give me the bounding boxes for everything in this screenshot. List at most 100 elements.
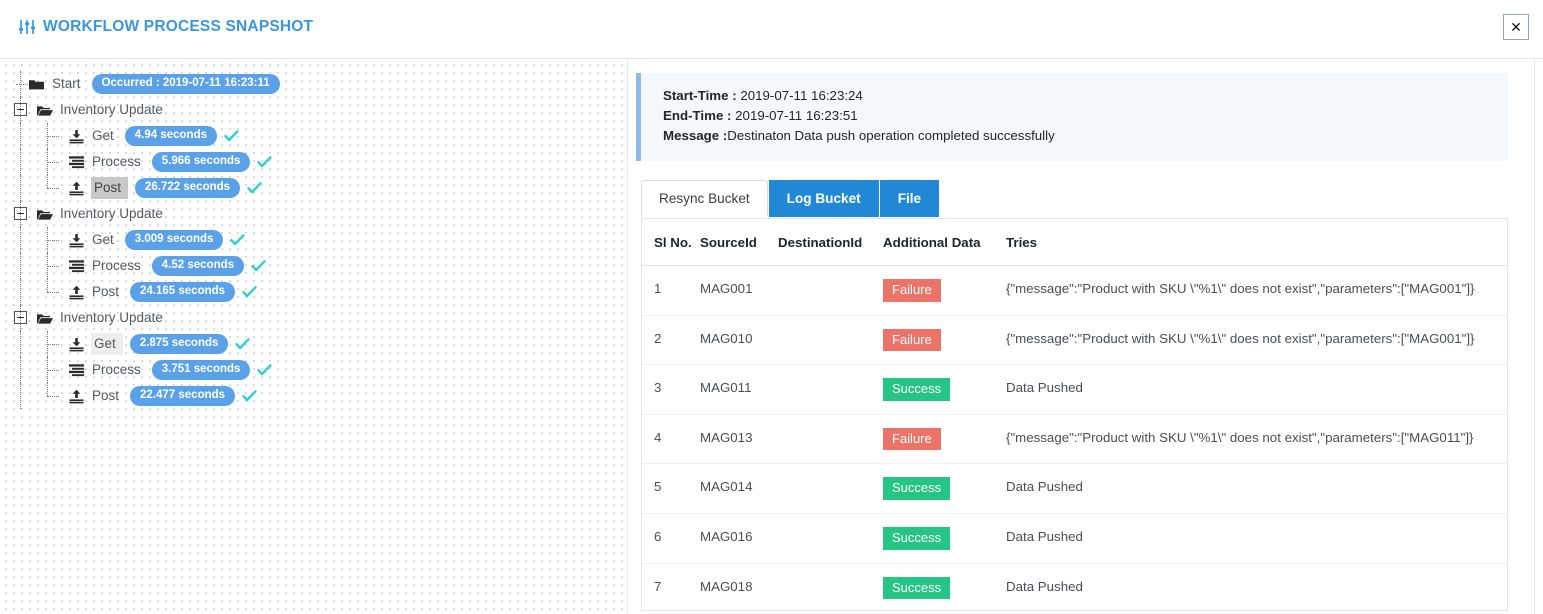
- tree-node-get[interactable]: Get4.94 seconds: [14, 123, 627, 149]
- folder-open-icon: [36, 103, 53, 118]
- tree-guide: [20, 123, 21, 149]
- tree-node-label: Process: [91, 153, 145, 171]
- duration-badge: 4.94 seconds: [125, 126, 217, 146]
- tree-node-get[interactable]: Get3.009 seconds: [14, 227, 627, 253]
- cell-additional-data: Success: [883, 464, 1006, 514]
- status-badge: Success: [883, 378, 950, 401]
- tree-guide: [20, 357, 21, 383]
- cell-serial-number: 6: [642, 513, 700, 563]
- column-header: Additional Data: [883, 219, 1006, 266]
- tree-node-label: Start: [51, 75, 85, 93]
- cell-tries: {"message":"Product with SKU \"%1\" does…: [1006, 266, 1507, 316]
- tree-node-process[interactable]: Process4.52 seconds: [14, 253, 627, 279]
- bucket-tabs: Resync BucketLog BucketFile: [636, 181, 1533, 218]
- duration-badge: 2.875 seconds: [130, 334, 229, 354]
- check-icon: [242, 389, 257, 403]
- cell-additional-data: Failure: [883, 414, 1006, 464]
- cell-destination-id: [778, 315, 883, 365]
- column-header: Sl No.: [642, 219, 700, 266]
- tab-log-bucket[interactable]: Log Bucket: [769, 180, 879, 217]
- table-row: 7MAG018 Success Data Pushed: [642, 563, 1507, 611]
- cell-additional-data: Failure: [883, 266, 1006, 316]
- check-icon: [242, 285, 257, 299]
- status-badge: Failure: [883, 428, 941, 451]
- tab-resync-bucket[interactable]: Resync Bucket: [641, 180, 768, 217]
- duration-badge: 4.52 seconds: [152, 256, 244, 276]
- duration-badge: 3.009 seconds: [125, 230, 224, 250]
- tree-group: Inventory UpdateGet4.94 secondsProcess5.…: [14, 97, 627, 201]
- cell-serial-number: 7: [642, 563, 700, 611]
- app-header: WORKFLOW PROCESS SNAPSHOT ✕: [0, 0, 1543, 59]
- tree-guide: [47, 240, 59, 241]
- check-icon: [224, 129, 239, 143]
- upload-icon: [68, 181, 85, 196]
- workflow-tree-panel: Start Occurred : 2019-07-11 16:23:11 Inven…: [0, 59, 628, 614]
- duration-badge: 24.165 seconds: [130, 282, 235, 302]
- process-icon: [68, 259, 85, 274]
- process-icon: [68, 155, 85, 170]
- tree-node-inventory-update[interactable]: Inventory Update: [14, 305, 627, 331]
- folder-closed-icon: [28, 77, 45, 92]
- tree-node-post[interactable]: Post24.165 seconds: [14, 279, 627, 305]
- column-header: DestinationId: [778, 219, 883, 266]
- tree-group: Inventory UpdateGet3.009 secondsProcess4…: [14, 201, 627, 305]
- table-row: 5MAG014SuccessData Pushed: [642, 464, 1507, 514]
- tree-node-inventory-update[interactable]: Inventory Update: [14, 201, 627, 227]
- cell-serial-number: 1: [642, 266, 700, 316]
- check-icon: [251, 259, 266, 273]
- check-icon: [247, 181, 262, 195]
- tree-node-post[interactable]: Post26.722 seconds: [14, 175, 627, 201]
- tree-guide: [47, 136, 59, 137]
- cell-serial-number: 5: [642, 464, 700, 514]
- tree-node-post[interactable]: Post22.477 seconds: [14, 383, 627, 409]
- workflow-tree: Start Occurred : 2019-07-11 16:23:11 Inven…: [0, 59, 627, 409]
- tree-node-process[interactable]: Process5.966 seconds: [14, 149, 627, 175]
- tree-node-label: Get: [91, 333, 123, 355]
- cell-serial-number: 4: [642, 414, 700, 464]
- tree-node-badge: Occurred : 2019-07-11 16:23:11: [92, 74, 280, 94]
- tab-file[interactable]: File: [880, 180, 939, 217]
- detail-panel: Start-Time : 2019-07-11 16:23:24 End-Tim…: [628, 59, 1543, 614]
- cell-source-id: MAG018: [700, 563, 778, 611]
- tree-node-process[interactable]: Process3.751 seconds: [14, 357, 627, 383]
- table-row: 2MAG010Failure{"message":"Product with S…: [642, 315, 1507, 365]
- cell-destination-id: [778, 464, 883, 514]
- cell-source-id: MAG016: [700, 513, 778, 563]
- download-icon: [68, 337, 85, 352]
- tree-node-get[interactable]: Get 2.875 seconds: [14, 331, 627, 357]
- tree-guide: [47, 279, 48, 292]
- tree-guide: [20, 253, 21, 279]
- tree-node-start[interactable]: Start Occurred : 2019-07-11 16:23:11: [14, 71, 627, 97]
- header-title-group: WORKFLOW PROCESS SNAPSHOT: [18, 18, 313, 36]
- end-time-row: End-Time : 2019-07-11 16:23:51: [663, 106, 1490, 126]
- cell-source-id: MAG013: [700, 414, 778, 464]
- table-header-row: Sl No.SourceIdDestinationIdAdditional Da…: [642, 219, 1507, 266]
- log-table-body: 1MAG001Failure{"message":"Product with S…: [642, 266, 1507, 612]
- duration-badge: 26.722 seconds: [135, 178, 240, 198]
- download-icon: [68, 129, 85, 144]
- check-icon: [235, 337, 250, 351]
- tree-guide: [47, 188, 59, 189]
- check-icon: [257, 155, 272, 169]
- tree-guide: [16, 84, 28, 85]
- panel-scroll-edge[interactable]: [1534, 59, 1535, 614]
- duration-badge: 22.477 seconds: [130, 386, 235, 406]
- check-icon: [257, 363, 272, 377]
- start-time-row: Start-Time : 2019-07-11 16:23:24: [663, 86, 1490, 106]
- tree-node-inventory-update[interactable]: Inventory Update: [14, 97, 627, 123]
- cell-source-id: MAG001: [700, 266, 778, 316]
- status-badge: Success: [883, 577, 950, 600]
- log-table-container: Sl No.SourceIdDestinationIdAdditional Da…: [641, 218, 1508, 611]
- tree-guide: [20, 383, 21, 409]
- tree-guide: [20, 305, 21, 331]
- cell-tries: Data Pushed: [1006, 563, 1507, 611]
- process-icon: [68, 363, 85, 378]
- cell-serial-number: 2: [642, 315, 700, 365]
- close-icon[interactable]: ✕: [1503, 14, 1529, 40]
- table-row: 3MAG011SuccessData Pushed: [642, 365, 1507, 415]
- upload-icon: [68, 389, 85, 404]
- message-label: Message :: [663, 128, 727, 143]
- cell-source-id: MAG010: [700, 315, 778, 365]
- tree-guide: [20, 97, 21, 123]
- tree-guide: [20, 279, 21, 305]
